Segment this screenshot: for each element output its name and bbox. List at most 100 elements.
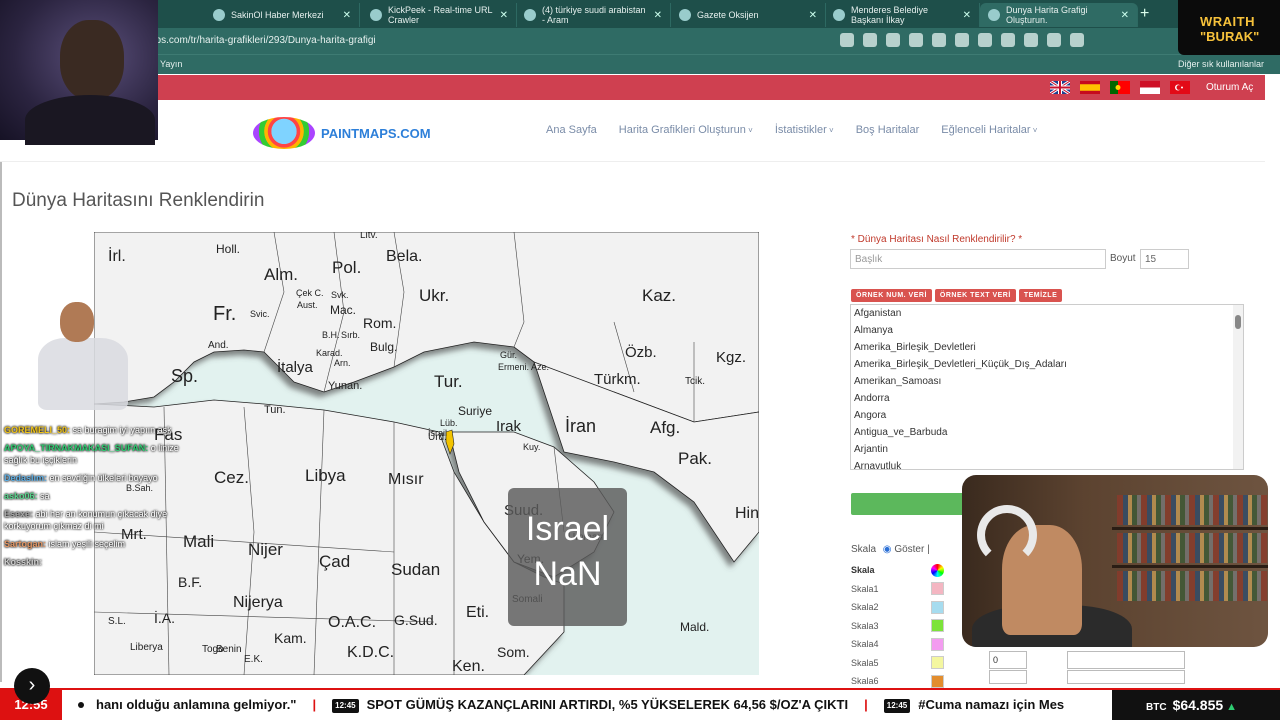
title-input[interactable]: Başlık <box>850 249 1106 269</box>
sample-text-data-button[interactable]: ÖRNEK TEXT VERİ <box>934 289 1016 302</box>
extension-icon[interactable] <box>909 33 923 47</box>
country-label: Mali <box>183 532 215 551</box>
extension-icon[interactable] <box>955 33 969 47</box>
nav-item[interactable]: Boş Haritalar <box>856 124 920 136</box>
indonesia-flag-icon[interactable] <box>1140 81 1160 94</box>
list-item[interactable]: Angora <box>851 407 1243 424</box>
list-scrollbar[interactable] <box>1233 305 1243 469</box>
scale-name: Skala4 <box>851 639 879 650</box>
login-link[interactable]: Oturum Aç <box>1206 82 1253 93</box>
country-label: Hin <box>735 505 759 522</box>
new-tab-button[interactable]: + <box>1140 5 1149 23</box>
chat-message: GOREMELI_50: sa buragim iyi yapıın aşk <box>4 424 182 436</box>
scale6-label-input[interactable] <box>1067 670 1185 684</box>
country-label: B.H. <box>322 330 340 340</box>
btc-price: BTC $64.855 ▲ <box>1112 690 1280 720</box>
list-item[interactable]: Antigua_ve_Barbuda <box>851 424 1243 441</box>
scale-name: Skala5 <box>851 657 879 668</box>
country-label: Ermeni. <box>498 362 530 372</box>
country-label: Som. <box>497 644 530 660</box>
chat-username: Kosskin: <box>4 557 43 567</box>
color-swatch[interactable] <box>931 600 944 614</box>
chat-message: Kosskin: <box>4 556 182 568</box>
country-label: İrl. <box>108 248 126 265</box>
chat-username: GOREMELI_50: <box>4 425 71 435</box>
browser-tab[interactable]: Menderes Belediye Başkanı İlkay ✕ <box>825 3 980 27</box>
color-swatch[interactable] <box>931 674 944 688</box>
extension-icon[interactable] <box>978 33 992 47</box>
close-icon[interactable]: ✕ <box>654 10 662 21</box>
country-label: Ukr. <box>419 286 450 305</box>
scrollbar-thumb[interactable] <box>1235 315 1241 329</box>
uk-flag-icon[interactable] <box>1050 81 1070 94</box>
puzzle-icon[interactable] <box>1047 33 1061 47</box>
size-input[interactable]: 15 <box>1140 249 1189 269</box>
streamer-body <box>25 95 155 145</box>
color-swatch[interactable] <box>931 619 944 633</box>
nav-item[interactable]: Ana Sayfa <box>546 124 597 136</box>
list-item[interactable]: Amerikan_Samoası <box>851 373 1243 390</box>
profile-icon[interactable] <box>1070 33 1084 47</box>
country-label: Ürd. <box>428 432 447 443</box>
extension-icon[interactable] <box>932 33 946 47</box>
country-label: G.Sud. <box>394 612 438 628</box>
close-icon[interactable]: ✕ <box>343 10 351 21</box>
close-icon[interactable]: ✕ <box>809 10 817 21</box>
extension-icon[interactable] <box>1024 33 1038 47</box>
refresh-icon[interactable] <box>1001 33 1015 47</box>
browser-tab[interactable]: SakinOl Haber Merkezi ✕ <box>205 3 360 27</box>
browser-tab[interactable]: Dunya Harita Grafigi Oluşturun. ✕ <box>980 3 1138 27</box>
ticker-separator: | <box>864 697 868 712</box>
site-logo[interactable]: PAINTMAPS.COM <box>253 117 431 149</box>
list-item[interactable]: Amerika_Birleşik_Devletleri_Küçük_Dış_Ad… <box>851 356 1243 373</box>
country-label: Kgz. <box>716 349 747 366</box>
spain-flag-icon[interactable] <box>1080 81 1100 94</box>
nav-item[interactable]: Eğlenceli Haritalar <box>941 124 1037 136</box>
bookmark-yayin[interactable]: Yayın <box>160 59 182 69</box>
sample-num-data-button[interactable]: ÖRNEK NUM. VERİ <box>851 289 932 302</box>
close-icon[interactable]: ✕ <box>963 10 971 21</box>
extension-icon[interactable] <box>886 33 900 47</box>
browser-tab[interactable]: KickPeek - Real-time URL Crawler ✕ <box>362 3 517 27</box>
star-icon[interactable] <box>863 33 877 47</box>
list-item[interactable]: Afganistan <box>851 305 1243 322</box>
url-field[interactable]: aps.com/tr/harita-grafikleri/293/Dunya-h… <box>150 32 850 50</box>
show-radio-icon[interactable]: ◉ <box>883 544 892 555</box>
list-item[interactable]: Andorra <box>851 390 1243 407</box>
nav-item[interactable]: İstatistikler <box>775 124 834 136</box>
country-label: Çad <box>319 552 351 571</box>
clear-button[interactable]: TEMİZLE <box>1018 289 1063 302</box>
bookmark-other[interactable]: Diğer sık kullanılanlar <box>1178 59 1264 69</box>
turkey-flag-icon[interactable] <box>1170 81 1190 94</box>
color-swatch[interactable] <box>931 582 944 596</box>
tab-title: Menderes Belediye Başkanı İlkay <box>851 5 929 25</box>
host-webcam <box>962 475 1268 647</box>
country-label: Cez. <box>214 468 249 487</box>
country-label: Tcik. <box>685 376 705 387</box>
country-label: Özb. <box>625 344 657 361</box>
map-tooltip: Israel NaN <box>508 488 627 626</box>
ticker-stamp: 12:45 <box>883 698 911 713</box>
list-item[interactable]: Arjantin <box>851 441 1243 458</box>
list-item[interactable]: Amerika_Birleşik_Devletleri <box>851 339 1243 356</box>
btc-label: BTC <box>1146 702 1167 713</box>
browser-tab[interactable]: Gazete Oksijen ✕ <box>671 3 826 27</box>
browser-tab[interactable]: (4) türkiye suudi arabistan - Aram ✕ <box>516 3 671 27</box>
country-list[interactable]: Afganistan Almanya Amerika_Birleşik_Devlet… <box>850 304 1244 470</box>
color-wheel-icon[interactable] <box>931 563 944 577</box>
list-item[interactable]: Almanya <box>851 322 1243 339</box>
close-icon[interactable]: ✕ <box>500 10 508 21</box>
scale5-value-input[interactable]: 0 <box>989 651 1027 669</box>
portugal-flag-icon[interactable] <box>1110 81 1130 94</box>
world-map[interactable]: İrl. Holl. Alm. Pol. Litv. Bela. Ukr. Kaz. Çek C… <box>94 232 759 675</box>
list-item[interactable]: Arnavutluk <box>851 458 1243 469</box>
scale5-label-input[interactable] <box>1067 651 1185 669</box>
close-icon[interactable]: ✕ <box>1121 10 1129 21</box>
bookmark-icon[interactable] <box>840 33 854 47</box>
scale6-value-input[interactable] <box>989 670 1027 684</box>
nav-item[interactable]: Harita Grafikleri Oluşturun <box>619 124 753 136</box>
color-swatch[interactable] <box>931 656 944 670</box>
scroll-down-button[interactable]: › <box>14 668 50 704</box>
apply-button[interactable] <box>851 493 971 515</box>
color-swatch[interactable] <box>931 637 944 651</box>
